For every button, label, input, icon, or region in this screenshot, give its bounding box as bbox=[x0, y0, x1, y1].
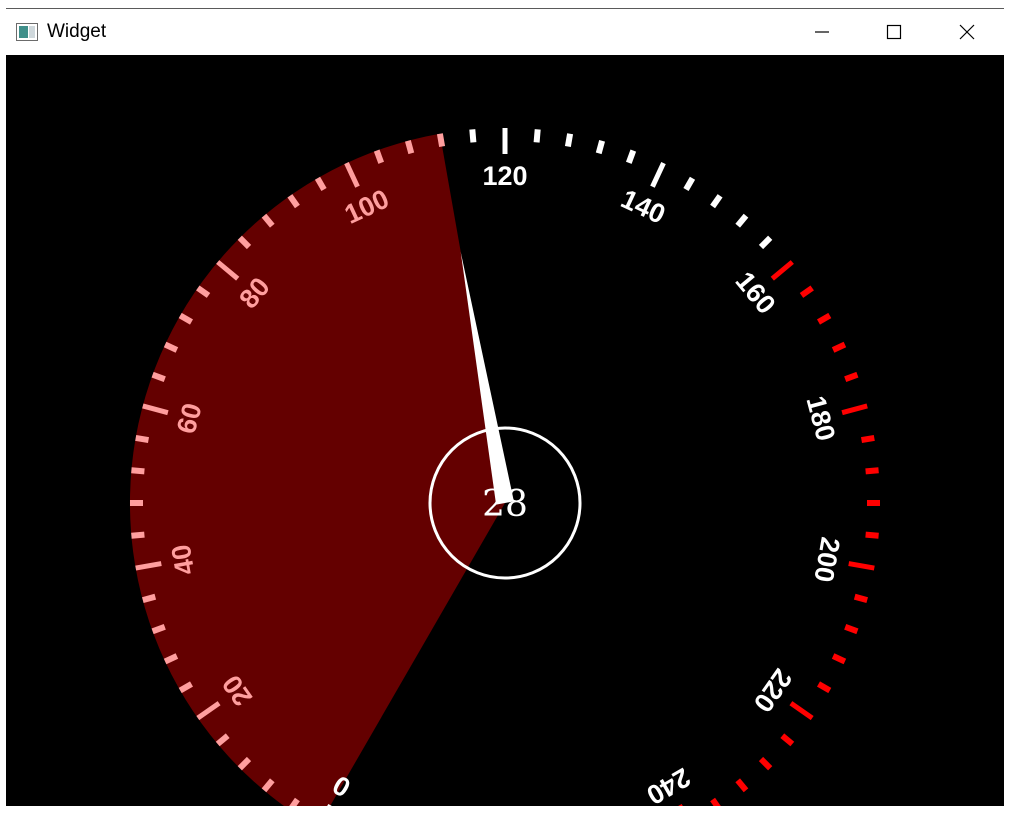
speed-gauge: 020406080100120140160180200220240 28 bbox=[130, 128, 880, 806]
major-tick bbox=[678, 803, 683, 806]
minor-tick bbox=[844, 623, 859, 635]
minor-tick bbox=[142, 593, 157, 603]
minor-tick bbox=[799, 285, 814, 298]
window-title: Widget bbox=[47, 21, 107, 42]
minor-tick bbox=[735, 778, 749, 793]
minor-tick bbox=[135, 434, 150, 444]
major-tick bbox=[841, 403, 868, 416]
minor-tick bbox=[710, 194, 723, 209]
close-button[interactable] bbox=[944, 9, 990, 55]
major-tick bbox=[789, 701, 814, 721]
close-icon bbox=[959, 24, 975, 40]
minor-tick bbox=[595, 140, 605, 155]
progress-sector bbox=[130, 133, 505, 806]
scale-label: 220 bbox=[748, 663, 798, 717]
minimize-icon bbox=[815, 31, 829, 33]
minor-tick bbox=[625, 149, 637, 164]
minor-tick bbox=[151, 371, 166, 383]
minor-tick bbox=[405, 140, 415, 155]
minor-tick bbox=[710, 797, 721, 806]
minor-tick bbox=[469, 129, 477, 143]
major-tick bbox=[770, 260, 794, 281]
major-tick bbox=[650, 162, 666, 188]
minor-tick bbox=[131, 467, 145, 475]
minor-tick bbox=[831, 653, 847, 665]
maximize-icon bbox=[886, 24, 902, 40]
major-tick bbox=[848, 561, 875, 571]
scale-label: 240 bbox=[641, 762, 695, 806]
gauge-canvas: 0 20 40 60 80 100 120 140 160 180 200 220 240 28 bbox=[6, 55, 1004, 806]
scale-label: 120 bbox=[482, 161, 527, 191]
minor-tick bbox=[844, 371, 859, 383]
minor-tick bbox=[860, 434, 875, 444]
app-icon bbox=[16, 23, 38, 41]
minor-tick bbox=[817, 312, 832, 325]
minor-tick bbox=[831, 341, 847, 353]
minor-tick bbox=[131, 531, 145, 539]
minor-tick bbox=[780, 733, 795, 747]
minor-tick bbox=[373, 149, 385, 164]
minor-tick bbox=[865, 467, 879, 475]
minor-tick bbox=[865, 531, 879, 539]
minor-tick bbox=[853, 593, 868, 603]
minor-tick bbox=[151, 623, 166, 635]
maximize-button[interactable] bbox=[871, 9, 917, 55]
minor-tick bbox=[683, 176, 696, 191]
minor-tick bbox=[758, 756, 773, 771]
scale-label: 200 bbox=[808, 535, 845, 585]
gauge-value: 28 bbox=[482, 484, 528, 525]
app-window: Widget 0 20 40 60 80 100 120 140 160 180 200 220 240 bbox=[0, 0, 1025, 813]
minor-tick bbox=[533, 129, 541, 143]
minimize-button[interactable] bbox=[799, 9, 845, 55]
minor-tick bbox=[564, 133, 574, 148]
scale-label: 160 bbox=[729, 266, 781, 320]
scale-label: 140 bbox=[616, 184, 670, 230]
minor-tick bbox=[436, 133, 446, 148]
minor-tick bbox=[735, 213, 749, 228]
minor-tick bbox=[817, 681, 832, 694]
scale-label: 40 bbox=[166, 542, 201, 577]
minor-tick bbox=[758, 235, 773, 250]
scale-label: 180 bbox=[800, 393, 841, 444]
title-bar[interactable]: Widget bbox=[6, 9, 1004, 55]
